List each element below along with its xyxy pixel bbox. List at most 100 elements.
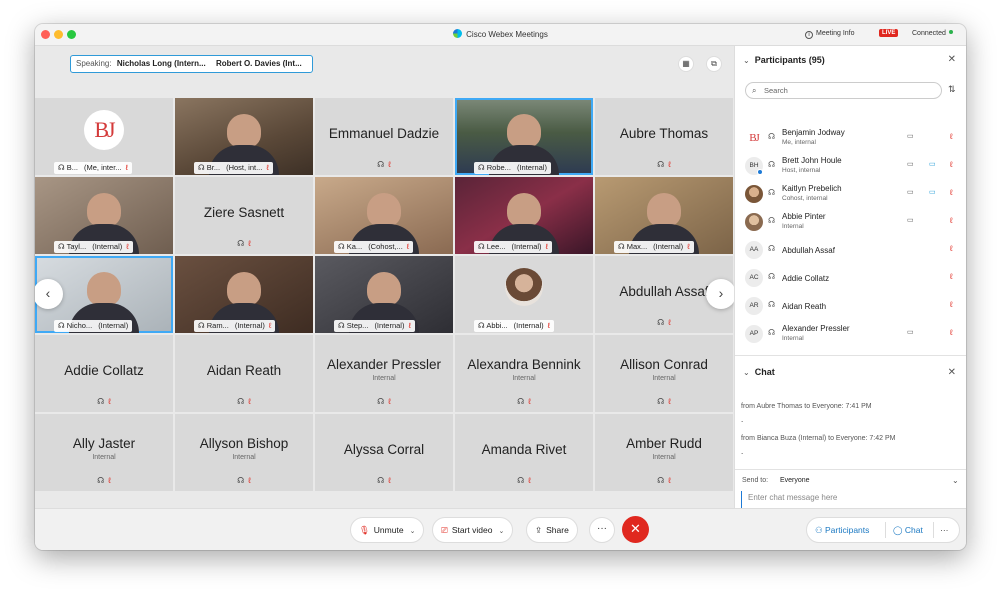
participant-short-name: Step...	[346, 321, 369, 330]
meeting-info-button[interactable]: i Meeting Info	[805, 30, 855, 39]
participant-tile[interactable]: ☊ Br... (Host, int... ℓ	[175, 98, 313, 175]
sort-icon[interactable]: ⇅	[948, 84, 956, 95]
participant-avatar: AA	[745, 241, 763, 259]
muted-mic-icon: ℓ	[668, 160, 671, 169]
participant-row[interactable]: AA ☊ Abdullah Assaf ℓ	[735, 236, 966, 264]
participant-name: Abdullah Assaf	[782, 246, 835, 255]
participant-role: (Internal)	[513, 321, 544, 330]
tile-status-icons: ☊ ℓ	[595, 476, 733, 485]
participant-tile[interactable]: ☊ Ram... (Internal) ℓ	[175, 256, 313, 333]
send-to-select[interactable]: Everyone	[780, 477, 810, 484]
participant-row[interactable]: ☊ Kaitlyn Prebelich Cohost, internal ▭ ▭ ℓ	[735, 180, 966, 208]
search-input[interactable]: ⌕ Search	[745, 82, 942, 99]
headset-icon: ☊	[198, 321, 207, 330]
chat-divider	[735, 469, 966, 470]
participant-tile[interactable]: Amanda Rivet ☊ ℓ	[455, 414, 593, 491]
start-video-button[interactable]: ⎚ Start video ⌄	[432, 517, 514, 543]
muted-mic-icon: ℓ	[547, 321, 551, 330]
participant-name: Alexander Pressler	[326, 357, 442, 372]
participant-tile[interactable]: ☊ Max... (Internal) ℓ	[595, 177, 733, 254]
participant-row[interactable]: AP ☊ Alexander Pressler Internal ▭ ℓ	[735, 320, 966, 348]
participant-tile[interactable]: ☊ Ka... (Cohost,... ℓ	[315, 177, 453, 254]
participant-role: (Internal)	[374, 321, 405, 330]
chevron-down-icon[interactable]: ⌄	[952, 476, 959, 485]
participant-row[interactable]: AC ☊ Addie Collatz ℓ	[735, 264, 966, 292]
muted-mic-icon: ℓ	[108, 476, 111, 485]
end-meeting-icon[interactable]: ✕	[622, 516, 649, 543]
participant-role: (Internal)	[516, 163, 547, 172]
headset-icon: ☊	[338, 242, 347, 251]
muted-mic-icon[interactable]: ℓ	[950, 216, 953, 225]
participant-tile[interactable]: Alexandra Bennink Internal ☊ ℓ	[455, 335, 593, 412]
share-icon: ⇪	[535, 525, 543, 535]
webex-window: Cisco Webex Meetings i Meeting Info LIVE …	[35, 24, 966, 550]
screen-share-icon: ▭	[907, 133, 914, 140]
participants-toggle-button[interactable]: ⚇ Participants	[815, 518, 869, 542]
muted-mic-icon: ℓ	[528, 397, 531, 406]
participant-row[interactable]: BJ ☊ Benjamin Jodway Me, internal ▭ ℓ	[735, 124, 966, 152]
tile-status-icons: ☊ ℓ	[35, 397, 173, 406]
chat-toggle-button[interactable]: ◯ Chat	[893, 518, 923, 542]
participant-name: Addie Collatz	[782, 274, 830, 283]
muted-mic-icon[interactable]: ℓ	[950, 300, 953, 309]
chat-header[interactable]: ⌄ Chat	[743, 367, 775, 377]
participant-role: Internal	[232, 454, 256, 461]
participant-tile[interactable]: ☊ Step... (Internal) ℓ	[315, 256, 453, 333]
participant-row[interactable]: BH ☊ Brett John Houle Host, internal ▭ ▭ ℓ	[735, 152, 966, 180]
video-area: Speaking: Nicholas Long (Intern... Rober…	[35, 46, 736, 550]
more-panels-icon[interactable]: ···	[940, 518, 949, 542]
muted-mic-icon[interactable]: ℓ	[950, 328, 953, 337]
more-options-icon[interactable]: ···	[589, 517, 615, 543]
participant-tile[interactable]: Amber Rudd Internal ☊ ℓ	[595, 414, 733, 491]
muted-mic-icon[interactable]: ℓ	[950, 188, 953, 197]
participant-row[interactable]: ☊ Abbie Pinter Internal ▭ ℓ	[735, 208, 966, 236]
headset-icon: ☊	[338, 321, 347, 330]
participant-tile[interactable]: Emmanuel Dadzie ☊ ℓ	[315, 98, 453, 175]
next-page-arrow-icon[interactable]: ›	[706, 279, 736, 309]
headset-icon: ☊	[237, 476, 245, 485]
video-camera-icon: ▭	[929, 189, 936, 196]
participant-tile[interactable]: Ziere Sasnett ☊ ℓ	[175, 177, 313, 254]
participant-video-face	[87, 193, 121, 227]
chevron-down-icon[interactable]: ⌄	[410, 528, 416, 535]
speaking-indicator: Speaking: Nicholas Long (Intern... Rober…	[70, 55, 313, 73]
muted-mic-icon[interactable]: ℓ	[950, 272, 953, 281]
participant-tile[interactable]: Alexander Pressler Internal ☊ ℓ	[315, 335, 453, 412]
participant-tile[interactable]: ☊ Lee... (Internal) ℓ	[455, 177, 593, 254]
participants-header[interactable]: ⌄ Participants (95)	[743, 55, 825, 65]
separator	[885, 522, 886, 538]
chevron-down-icon: ⌄	[743, 56, 750, 65]
grid-layout-button[interactable]: ▦	[678, 56, 694, 72]
participant-tile[interactable]: BJ ☊ B... (Me, inter... ℓ	[35, 98, 173, 175]
headset-icon: ☊	[97, 476, 105, 485]
participant-tile[interactable]: Alyssa Corral ☊ ℓ	[315, 414, 453, 491]
share-button[interactable]: ⇪ Share	[526, 517, 578, 543]
muted-mic-icon: ℓ	[388, 476, 391, 485]
participant-tile[interactable]: ☊ Tayl... (Internal) ℓ	[35, 177, 173, 254]
participant-tile[interactable]: Allison Conrad Internal ☊ ℓ	[595, 335, 733, 412]
headset-icon: ☊	[657, 476, 665, 485]
unmute-button[interactable]: 🎙 Unmute ⌄	[350, 517, 425, 543]
participant-tile[interactable]: Aubre Thomas ☊ ℓ	[595, 98, 733, 175]
pop-out-button[interactable]: ⧉	[706, 56, 722, 72]
participant-tile[interactable]: Addie Collatz ☊ ℓ	[35, 335, 173, 412]
participant-label: ☊ Ka... (Cohost,... ℓ	[334, 241, 414, 253]
muted-mic-icon: ℓ	[668, 476, 671, 485]
muted-mic-icon[interactable]: ℓ	[950, 132, 953, 141]
close-chat-icon[interactable]: ✕	[948, 367, 956, 378]
participant-tile[interactable]: ☊ Robe... (Internal)	[455, 98, 593, 175]
participant-tile[interactable]: ☊ Abbi... (Internal) ℓ	[455, 256, 593, 333]
tile-status-icons: ☊ ℓ	[595, 397, 733, 406]
participant-tile[interactable]: Aidan Reath ☊ ℓ	[175, 335, 313, 412]
participant-name: Aubre Thomas	[619, 126, 709, 141]
participant-tile[interactable]: Allyson Bishop Internal ☊ ℓ	[175, 414, 313, 491]
participant-role: Me, internal	[782, 139, 816, 146]
muted-mic-icon[interactable]: ℓ	[950, 160, 953, 169]
participant-tile[interactable]: Ally Jaster Internal ☊ ℓ	[35, 414, 173, 491]
chevron-down-icon[interactable]: ⌄	[498, 528, 504, 535]
participant-row[interactable]: AR ☊ Aidan Reath ℓ	[735, 292, 966, 320]
info-icon: i	[805, 31, 813, 39]
headset-icon: ☊	[58, 163, 67, 172]
close-participants-icon[interactable]: ✕	[948, 54, 956, 65]
muted-mic-icon[interactable]: ℓ	[950, 244, 953, 253]
